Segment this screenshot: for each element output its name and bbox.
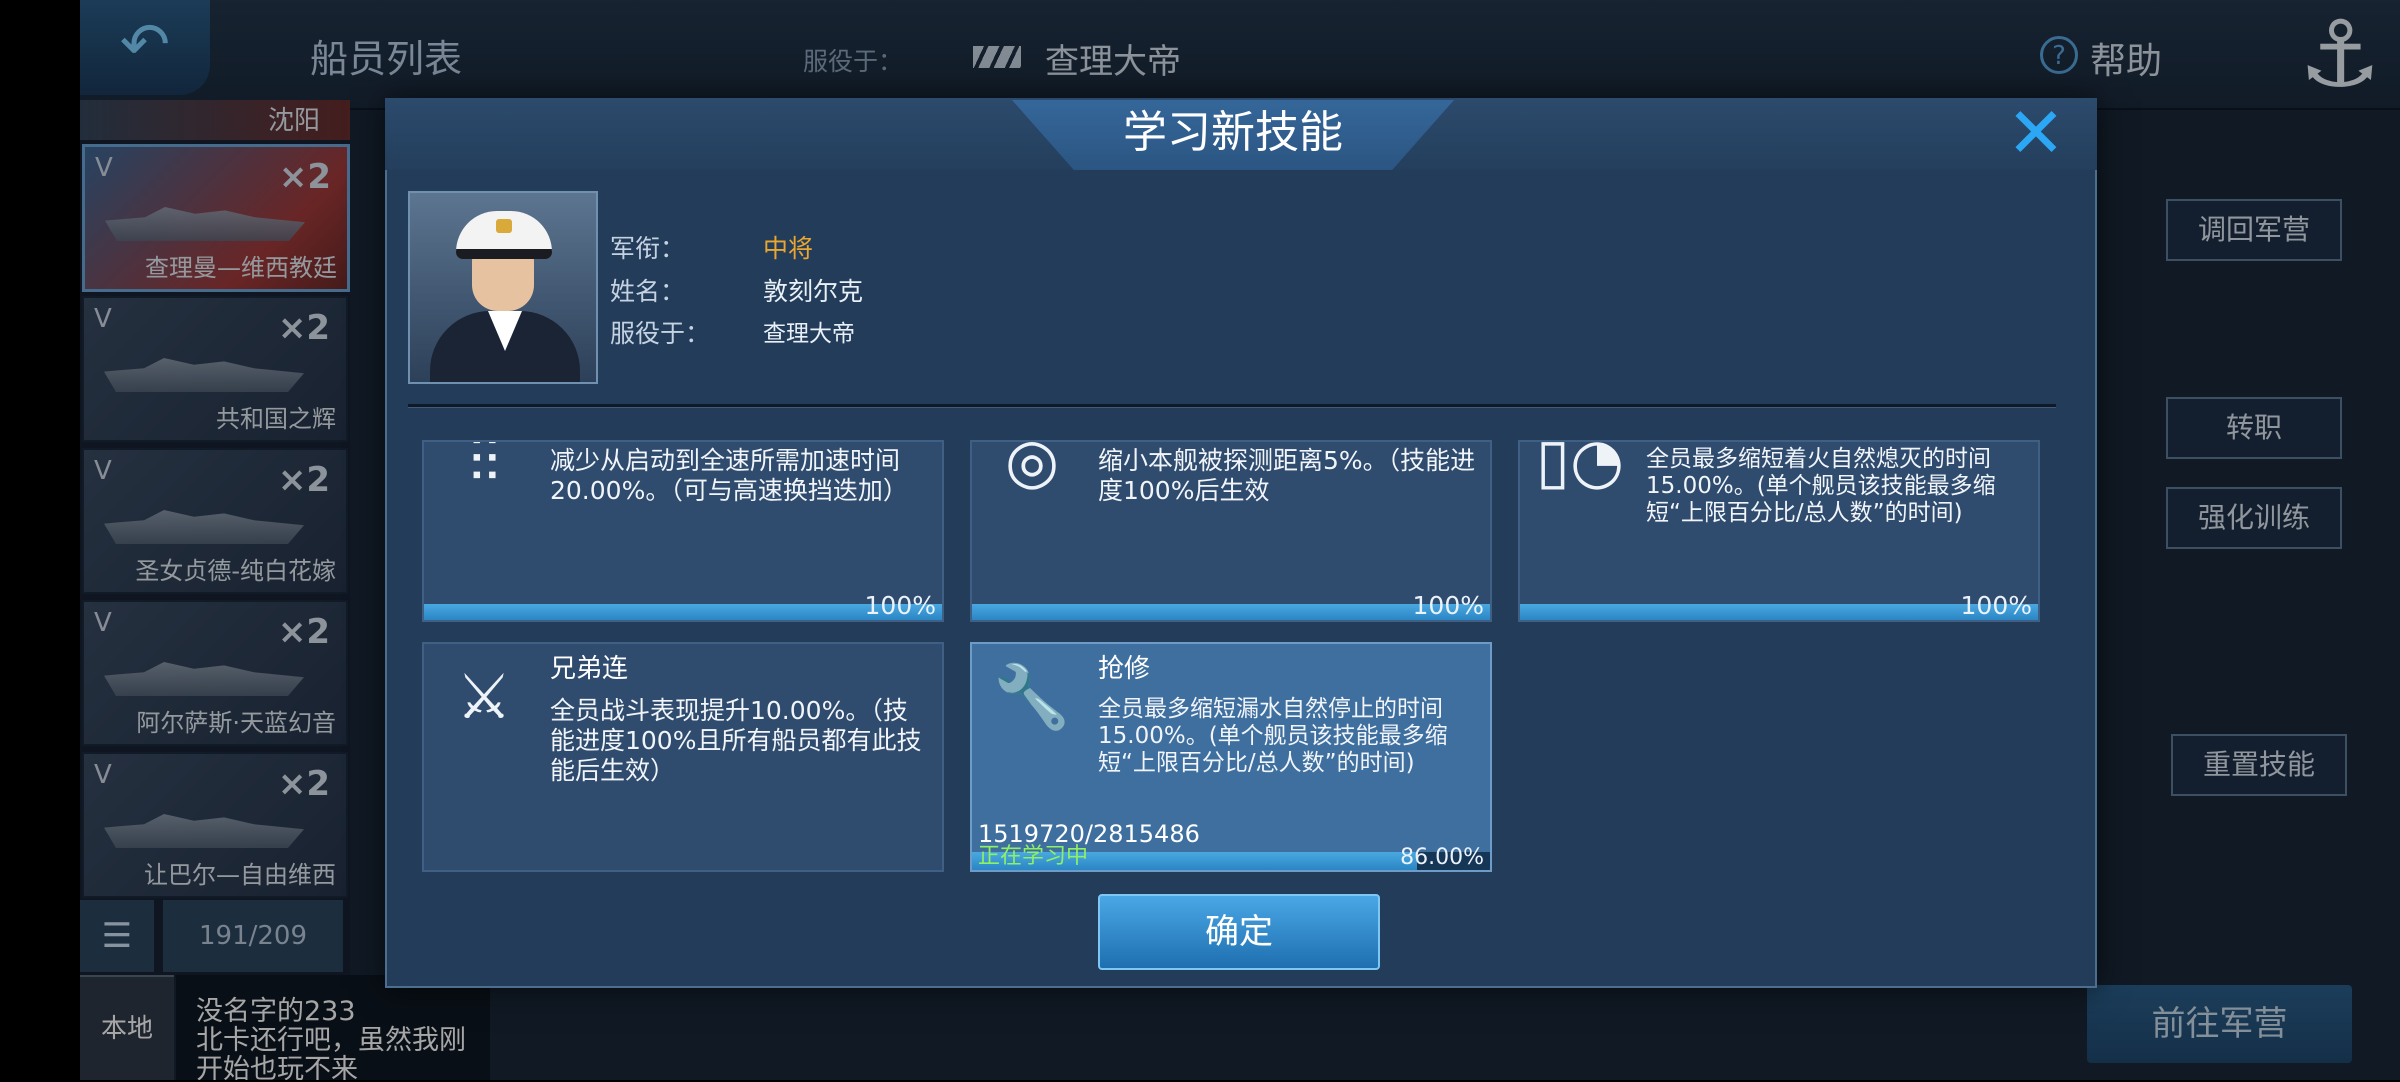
brotherhood-icon: ⚔ [456,660,512,733]
skill-percent: 86.00% [1400,845,1484,870]
radar-concealment-icon: ◎ [1004,440,1060,497]
name-value: 敦刻尔克 [763,277,864,306]
skill-description: 全员战斗表现提升10.00%。（技能进度100%且所有船员都有此技能后生效） [550,696,922,785]
skill-card[interactable]: ▯◔ 全员最多缩短着火自然熄灭的时间15.00%。(单个舰员该技能最多缩短“上限… [1518,440,2040,622]
skill-description: 全员最多缩短着火自然熄灭的时间15.00%。(单个舰员该技能最多缩短“上限百分比… [1646,446,1996,526]
skill-card[interactable]: ◎ 缩小本舰被探测距离5%。（技能进度100%后生效 100% [970,440,1492,622]
skill-percent: 100% [864,591,936,620]
serving-info-label: 服役于： [610,319,711,348]
acceleration-icon: ⫶⫶ [468,440,500,497]
skill-card[interactable]: ⫶⫶ 减少从启动到全速所需加速时间20.00%。（可与高速换挡迭加） 100% [422,440,944,622]
rank-value: 中将 [763,234,814,263]
learning-status: 正在学习中 [978,844,1089,869]
skill-name: 抢修 [1098,654,1151,684]
skill-name: 兄弟连 [550,654,629,684]
skill-description: 缩小本舰被探测距离5%。（技能进度100%后生效 [1098,446,1476,505]
skill-percent: 100% [1412,591,1484,620]
rank-label: 军衔： [610,234,686,263]
close-icon[interactable]: ✕ [2005,98,2067,168]
skill-card-learning[interactable]: 🔧 抢修 全员最多缩短漏水自然停止的时间15.00%。(单个舰员该技能最多缩短“… [970,642,1492,872]
divider [408,404,2056,407]
name-label: 姓名： [610,277,686,306]
fire-extinguish-icon: ▯◔ [1535,440,1625,497]
officer-portrait [408,191,598,384]
skill-percent: 100% [1960,591,2032,620]
modal-title: 学习新技能 [1123,107,1343,158]
skill-card[interactable]: ⚔ 兄弟连 全员战斗表现提升10.00%。（技能进度100%且所有船员都有此技能… [422,642,944,872]
confirm-button[interactable]: 确定 [1098,894,1380,970]
skill-description: 减少从启动到全速所需加速时间20.00%。（可与高速换挡迭加） [550,446,908,505]
skill-description: 全员最多缩短漏水自然停止的时间15.00%。(单个舰员该技能最多缩短“上限百分比… [1098,696,1448,776]
serving-info-value: 查理大帝 [763,321,855,347]
repair-icon: 🔧 [993,660,1071,733]
